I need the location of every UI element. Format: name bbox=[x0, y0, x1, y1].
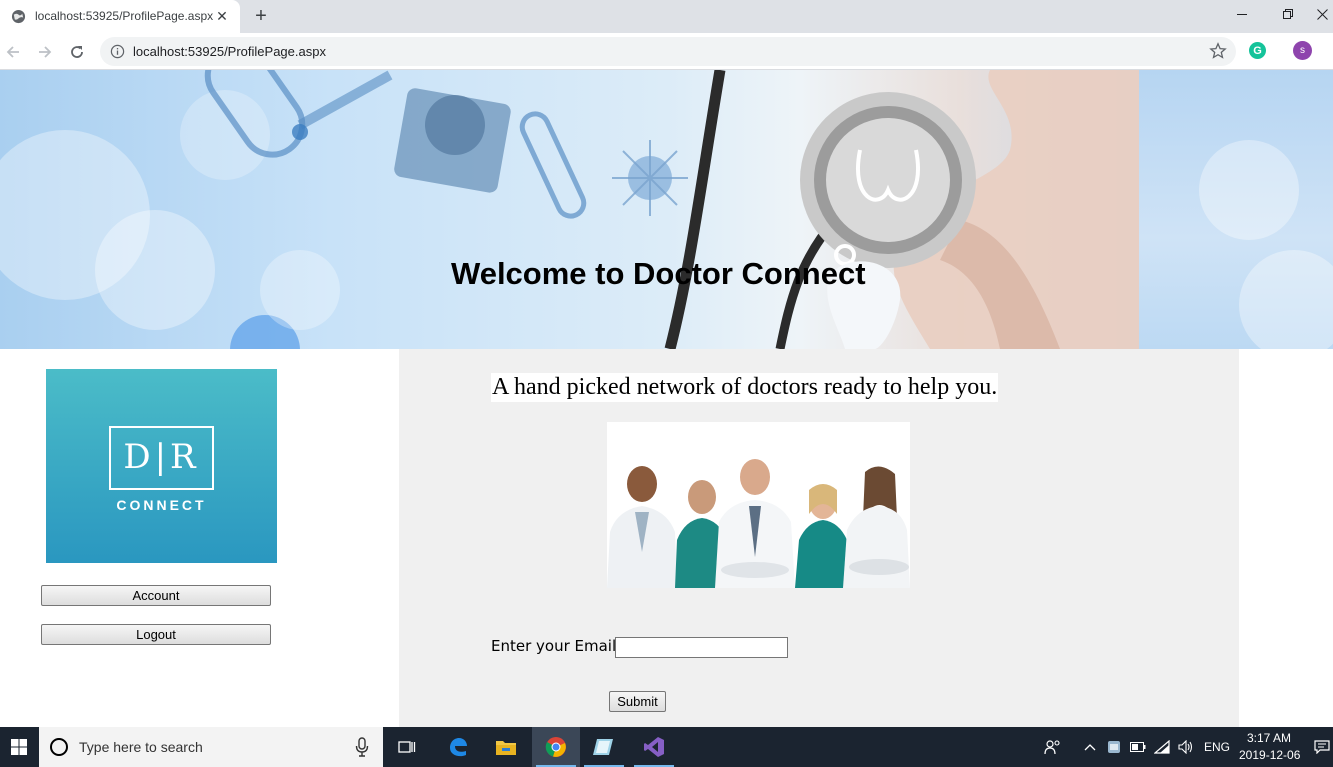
doctors-team-image bbox=[607, 422, 910, 588]
profile-avatar[interactable]: s bbox=[1293, 41, 1312, 60]
page-title: Welcome to Doctor Connect bbox=[451, 256, 866, 291]
people-icon[interactable] bbox=[1030, 727, 1076, 767]
edge-browser-icon[interactable] bbox=[434, 727, 482, 767]
logout-button[interactable]: Logout bbox=[41, 624, 271, 645]
notifications-icon[interactable] bbox=[1311, 727, 1333, 767]
tab-title: localhost:53925/ProfilePage.aspx bbox=[35, 9, 214, 23]
volume-icon[interactable] bbox=[1174, 727, 1198, 767]
file-explorer-icon[interactable] bbox=[482, 727, 530, 767]
right-margin bbox=[1239, 349, 1333, 727]
taskbar-search-box[interactable]: Type here to search bbox=[39, 727, 383, 767]
browser-tab-strip: localhost:53925/ProfilePage.aspx ✕ + bbox=[0, 0, 1333, 33]
dr-connect-logo: D|R CONNECT bbox=[46, 369, 277, 563]
wifi-icon[interactable] bbox=[1150, 727, 1174, 767]
account-button[interactable]: Account bbox=[41, 585, 271, 606]
app-icon[interactable] bbox=[580, 727, 628, 767]
browser-toolbar: localhost:53925/ProfilePage.aspx G s bbox=[0, 33, 1333, 70]
globe-icon bbox=[11, 9, 26, 24]
reload-icon[interactable] bbox=[65, 40, 89, 64]
browser-tab[interactable]: localhost:53925/ProfilePage.aspx ✕ bbox=[0, 0, 240, 33]
chevron-up-icon[interactable] bbox=[1078, 727, 1102, 767]
clock-date[interactable]: 2019-12-06 bbox=[1239, 748, 1300, 762]
bookmark-star-icon[interactable] bbox=[1209, 42, 1227, 60]
restore-icon[interactable] bbox=[1265, 0, 1311, 28]
task-view-icon[interactable] bbox=[383, 727, 431, 767]
minimize-icon[interactable] bbox=[1219, 0, 1265, 28]
email-label: Enter your Email bbox=[491, 637, 617, 655]
banner-extension bbox=[1139, 70, 1333, 349]
main-content: A hand picked network of doctors ready t… bbox=[399, 349, 1239, 727]
close-window-icon[interactable] bbox=[1311, 0, 1333, 28]
back-icon[interactable] bbox=[1, 40, 25, 64]
battery-icon[interactable] bbox=[1126, 727, 1150, 767]
site-info-icon[interactable] bbox=[110, 44, 125, 59]
tagline: A hand picked network of doctors ready t… bbox=[491, 373, 999, 402]
onedrive-icon[interactable] bbox=[1102, 727, 1126, 767]
medical-illustration bbox=[204, 70, 1139, 349]
email-input[interactable] bbox=[615, 637, 788, 658]
clock-time[interactable]: 3:17 AM bbox=[1247, 731, 1291, 745]
logo-letters: D|R bbox=[123, 437, 200, 477]
url-text: localhost:53925/ProfilePage.aspx bbox=[133, 44, 326, 59]
web-page: Welcome to Doctor Connect D|R CONNECT Ac… bbox=[0, 70, 1333, 727]
windows-start-icon[interactable] bbox=[0, 727, 38, 767]
grammarly-extension-icon[interactable]: G bbox=[1249, 42, 1266, 59]
forward-icon[interactable] bbox=[33, 40, 57, 64]
logo-frame: D|R bbox=[109, 426, 214, 490]
new-tab-icon[interactable]: + bbox=[250, 5, 272, 27]
microphone-icon[interactable] bbox=[355, 737, 369, 757]
visual-studio-icon[interactable] bbox=[630, 727, 678, 767]
windows-taskbar: Type here to search ENG 3:17 AM 2019-12-… bbox=[0, 727, 1333, 767]
logo-word: CONNECT bbox=[116, 497, 207, 513]
chrome-icon[interactable] bbox=[532, 727, 580, 767]
sidebar: D|R CONNECT Account Logout bbox=[0, 349, 399, 727]
address-bar[interactable]: localhost:53925/ProfilePage.aspx bbox=[100, 37, 1236, 66]
cortana-icon bbox=[50, 738, 68, 756]
header-banner: Welcome to Doctor Connect bbox=[0, 70, 1333, 349]
close-tab-icon[interactable]: ✕ bbox=[214, 8, 230, 24]
submit-button[interactable]: Submit bbox=[609, 691, 666, 712]
language-indicator[interactable]: ENG bbox=[1204, 740, 1230, 754]
search-placeholder: Type here to search bbox=[79, 739, 203, 755]
